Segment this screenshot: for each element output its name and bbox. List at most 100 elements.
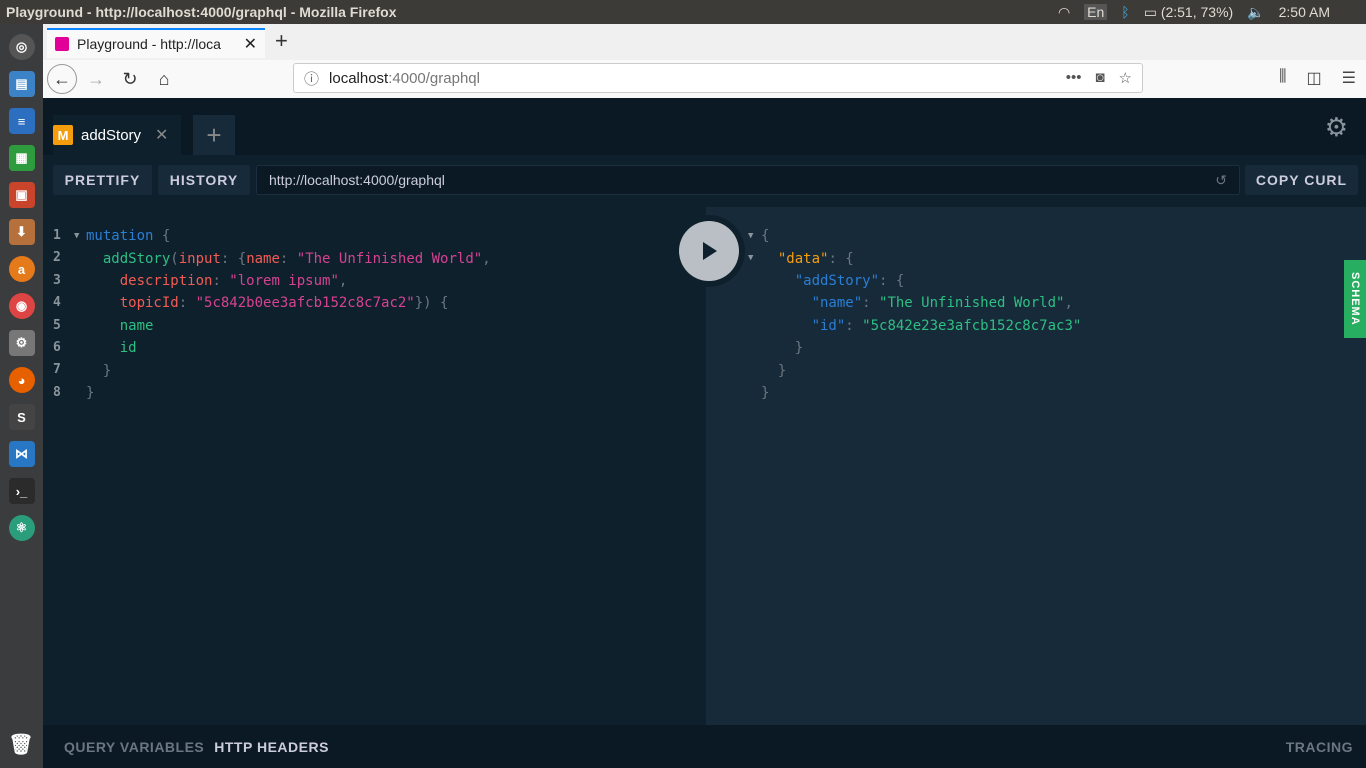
info-icon[interactable]: ⓘ — [304, 68, 319, 89]
fold-toggle-icon[interactable]: ▼ — [74, 231, 79, 241]
battery-text: (2:51, 73%) — [1160, 3, 1234, 20]
code-token: : — [862, 295, 880, 312]
home-button[interactable]: ⌂ — [149, 64, 179, 94]
add-tab-button[interactable]: + — [193, 115, 235, 155]
run-button[interactable] — [673, 215, 745, 287]
page-actions-icon[interactable]: ••• — [1066, 69, 1082, 87]
forward-button[interactable]: → — [81, 64, 111, 94]
query-tab-label: addStory — [81, 126, 142, 144]
history-button[interactable]: HISTORY — [158, 165, 250, 195]
code-token: } — [761, 362, 787, 379]
chrome-icon[interactable]: ◉ — [8, 293, 35, 319]
atom-icon[interactable]: ⚛ — [8, 515, 35, 541]
code-token: { — [761, 228, 770, 245]
graphql-playground: M addStory ✕ + ⚙ PRETTIFY HISTORY http:/… — [43, 98, 1366, 768]
line-number: 3 — [53, 272, 61, 288]
sublime-icon[interactable]: S — [8, 404, 35, 430]
software-icon[interactable]: ⬇ — [8, 219, 35, 245]
line-number: 7 — [53, 362, 61, 378]
fold-toggle-icon[interactable]: ▼ — [748, 231, 753, 241]
reset-endpoint-icon[interactable]: ↺ — [1215, 172, 1227, 189]
code-token: : — [279, 250, 297, 267]
window-title: Playground - http://localhost:4000/graph… — [6, 4, 397, 20]
query-editor[interactable]: 1 ▼ mutation {2 addStory(input: {name: "Th… — [43, 207, 706, 725]
code-line: description: "lorem ipsum", — [86, 270, 348, 292]
favicon-icon — [55, 37, 69, 51]
line-number: 4 — [53, 295, 61, 311]
line-number: 5 — [53, 317, 61, 333]
clock[interactable]: 2:50 AM — [1279, 4, 1330, 20]
code-token: input — [178, 250, 221, 267]
line-number: 8 — [53, 384, 61, 400]
bookmark-star-icon[interactable]: ☆ — [1119, 69, 1132, 87]
dash-icon[interactable]: ◎ — [8, 34, 35, 60]
pocket-icon[interactable]: ◙ — [1095, 69, 1104, 87]
close-query-tab-icon[interactable]: ✕ — [155, 125, 168, 145]
nav-bar: ← → ↻ ⌂ ⓘ localhost:4000/graphql ••• ◙ ☆ ⫼… — [43, 60, 1366, 98]
code-token: : { — [220, 250, 247, 267]
code-line: } — [761, 382, 769, 404]
code-line: mutation { — [86, 225, 170, 247]
code-token: description — [119, 272, 213, 289]
code-token: "5c842b0ee3afcb152c8c7ac2" — [195, 295, 415, 312]
query-tab[interactable]: M addStory ✕ — [53, 115, 181, 155]
wifi-icon[interactable]: ◠ — [1058, 4, 1070, 21]
code-token: id — [119, 340, 137, 357]
files-icon[interactable]: ▤ — [8, 71, 35, 97]
code-token: "lorem ipsum" — [229, 272, 339, 289]
calc-icon[interactable]: ▦ — [8, 145, 35, 171]
battery-status[interactable]: ▭ (2:51, 73%) — [1144, 4, 1234, 21]
vscode-icon[interactable]: ⋈ — [8, 441, 35, 467]
code-token: mutation — [86, 228, 154, 245]
sidebar-icon[interactable]: ◫ — [1307, 68, 1322, 88]
close-tab-icon[interactable]: ✕ — [244, 34, 257, 54]
code-token: "data" — [777, 250, 829, 267]
menu-icon[interactable]: ☰ — [1342, 68, 1356, 88]
back-button[interactable]: ← — [47, 64, 77, 94]
http-headers-tab[interactable]: HTTP HEADERS — [214, 739, 329, 755]
terminal-icon[interactable]: ›_ — [8, 478, 35, 504]
code-token: "The Unfinished World" — [296, 250, 483, 267]
endpoint-input[interactable]: http://localhost:4000/graphql ↺ — [256, 165, 1240, 195]
code-line: "addStory": { — [761, 270, 905, 292]
new-tab-button[interactable]: + — [275, 28, 288, 54]
url-bar[interactable]: ⓘ localhost:4000/graphql ••• ◙ ☆ — [293, 63, 1143, 93]
code-token: : { — [879, 272, 905, 289]
query-variables-tab[interactable]: QUERY VARIABLES — [64, 739, 204, 755]
tracing-tab[interactable]: TRACING — [1286, 739, 1353, 755]
code-token: , — [482, 250, 491, 267]
impress-icon[interactable]: ▣ — [8, 182, 35, 208]
code-line: id — [86, 337, 137, 359]
code-token: "5c842e23e3afcb152c8c7ac3" — [862, 317, 1082, 334]
code-token: : — [845, 317, 863, 334]
prettify-button[interactable]: PRETTIFY — [53, 165, 152, 195]
bluetooth-icon[interactable]: ᛒ — [1121, 4, 1129, 20]
fold-toggle-icon[interactable]: ▼ — [748, 253, 753, 263]
schema-button[interactable]: SCHEMA — [1344, 260, 1366, 338]
code-line: } — [761, 337, 803, 359]
code-token: name — [246, 250, 280, 267]
firefox-icon[interactable]: ◕ — [8, 367, 35, 393]
amazon-icon[interactable]: a — [8, 256, 35, 282]
mutation-badge: M — [53, 125, 73, 145]
settings-icon[interactable]: ⚙ — [8, 330, 35, 356]
endpoint-url: http://localhost:4000/graphql — [269, 172, 445, 188]
copy-curl-button[interactable]: COPY CURL — [1245, 165, 1358, 195]
trash-icon[interactable]: 🗑 — [8, 731, 34, 757]
reload-button[interactable]: ↻ — [115, 64, 145, 94]
volume-icon[interactable]: 🔈 — [1247, 4, 1264, 21]
code-line: "name": "The Unfinished World", — [761, 292, 1073, 314]
code-line: { — [761, 225, 769, 247]
tab-title: Playground - http://loca — [77, 36, 221, 52]
browser-tab[interactable]: Playground - http://loca ✕ — [47, 28, 265, 58]
library-icon[interactable]: ⫼ — [1279, 68, 1286, 88]
writer-icon[interactable]: ≡ — [8, 108, 35, 134]
code-token: } — [761, 384, 770, 401]
language-indicator[interactable]: En — [1084, 4, 1108, 20]
settings-gear-icon[interactable]: ⚙ — [1325, 112, 1348, 143]
